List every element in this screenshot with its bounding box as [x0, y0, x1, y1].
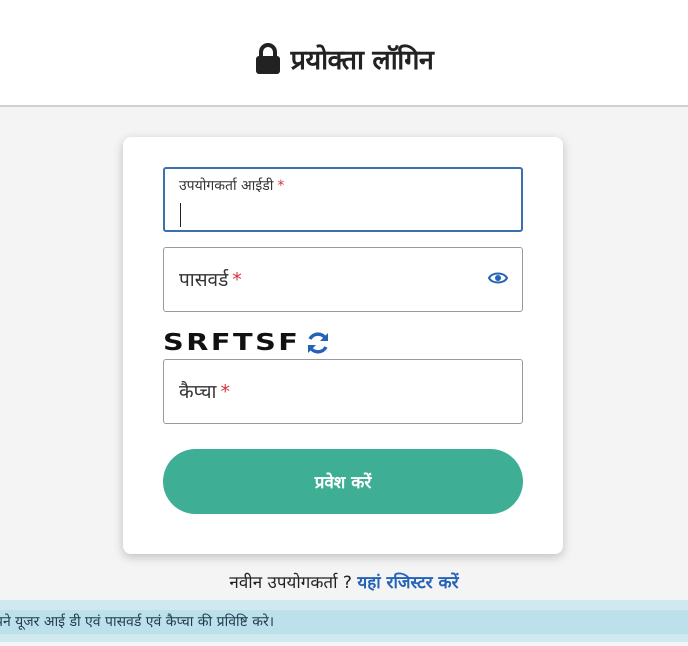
- captcha-label: कैप्चा *: [179, 378, 230, 404]
- title-wrap: प्रयोक्ता लॉगिन: [255, 40, 434, 77]
- password-label: पासवर्ड *: [179, 266, 242, 292]
- register-prompt: नवीन उपयोगकर्ता ?: [229, 573, 352, 593]
- required-mark: *: [277, 178, 285, 194]
- login-button[interactable]: प्रवेश करें: [163, 449, 523, 514]
- userid-field[interactable]: उपयोगकर्ता आईडी *: [163, 167, 523, 232]
- captcha-field[interactable]: कैप्चा *: [163, 359, 523, 424]
- notice-bar: तर्गत अपने यूजर आई डी एवं पासवर्ड एवं कै…: [0, 600, 688, 642]
- register-link[interactable]: यहां रजिस्टर करें: [357, 573, 458, 593]
- notice-text: तर्गत अपने यूजर आई डी एवं पासवर्ड एवं कै…: [0, 614, 275, 630]
- password-label-text: पासवर्ड: [179, 269, 229, 291]
- text-caret: [180, 203, 181, 227]
- register-line: नवीन उपयोगकर्ता ? यहां रजिस्टर करें: [0, 570, 688, 593]
- captcha-code: SRFTSF: [163, 330, 301, 356]
- captcha-label-text: कैप्चा: [179, 381, 217, 403]
- refresh-icon[interactable]: [305, 330, 331, 356]
- page-title: प्रयोक्ता लॉगिन: [290, 45, 434, 76]
- login-card: उपयोगकर्ता आईडी * पासवर्ड * SRFTSF कैप्चा *…: [123, 137, 563, 554]
- eye-icon[interactable]: [488, 270, 508, 286]
- userid-label: उपयोगकर्ता आईडी *: [179, 176, 284, 195]
- userid-label-text: उपयोगकर्ता आईडी: [179, 178, 274, 194]
- password-field[interactable]: पासवर्ड *: [163, 247, 523, 312]
- lock-icon: [255, 42, 280, 74]
- required-mark: *: [232, 269, 242, 291]
- required-mark: *: [220, 381, 230, 403]
- page-header: प्रयोक्ता लॉगिन: [0, 0, 688, 107]
- captcha-row: SRFTSF: [163, 329, 331, 357]
